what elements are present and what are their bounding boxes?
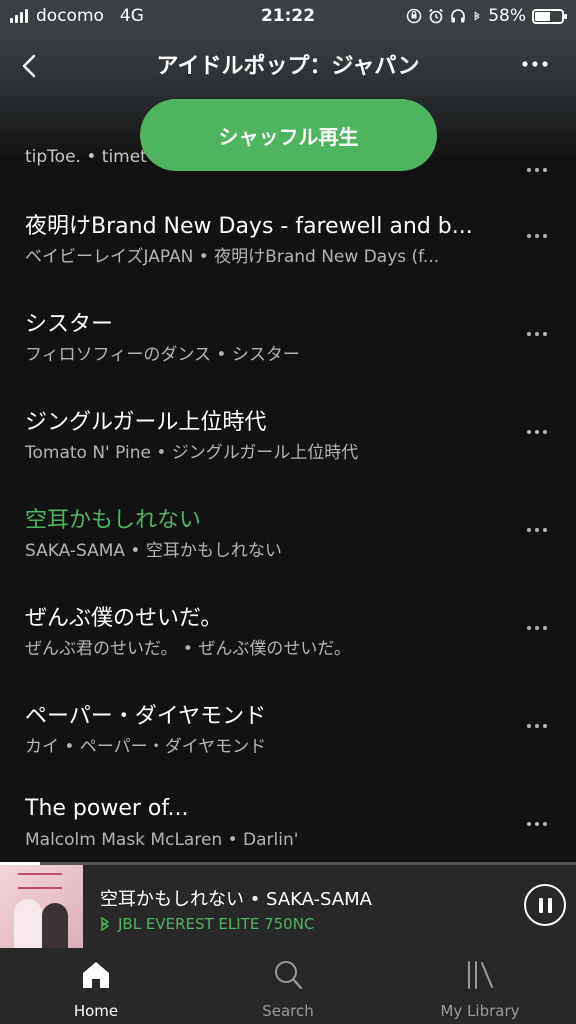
status-bar: docomo 4G 21:22 58%: [0, 0, 576, 34]
bluetooth-icon: [101, 917, 110, 931]
track-title: 空耳かもしれない: [25, 508, 202, 533]
status-right: 58%: [406, 6, 567, 26]
tab-home[interactable]: Home: [0, 948, 192, 1024]
orientation-lock-icon: [406, 8, 422, 24]
track-row[interactable]: ペーパー・ダイヤモンド カイ • ペーパー・ダイヤモンド: [0, 698, 576, 796]
track-title: ぜんぶ僕のせいだ。: [25, 606, 223, 631]
track-row-now-playing[interactable]: 空耳かもしれない SAKA-SAMA • 空耳かもしれない: [0, 502, 576, 600]
track-row[interactable]: ジングルガール上位時代 Tomato N' Pine • ジングルガール上位時代: [0, 404, 576, 502]
pause-icon: [538, 897, 543, 913]
track-more-icon[interactable]: [520, 616, 554, 640]
bluetooth-status-icon: [474, 11, 480, 21]
track-title: The power of...: [25, 796, 189, 821]
track-more-icon[interactable]: [520, 420, 554, 444]
track-more-icon[interactable]: [520, 812, 554, 836]
album-art-title-mark: [18, 873, 62, 889]
device-name: JBL EVEREST ELITE 750NC: [118, 915, 315, 933]
connected-device[interactable]: JBL EVEREST ELITE 750NC: [100, 915, 314, 933]
battery-percent: 58%: [488, 6, 526, 26]
track-subtitle: tipToe. • timet: [25, 147, 147, 167]
track-list: tipToe. • timet 夜明けBrand New Days - fare…: [0, 110, 576, 862]
tab-label: Search: [262, 1002, 314, 1020]
track-subtitle: フィロソフィーのダンス • シスター: [25, 345, 300, 365]
track-title: シスター: [25, 312, 114, 337]
home-icon: [83, 962, 109, 988]
track-subtitle: SAKA-SAMA • 空耳かもしれない: [25, 541, 282, 561]
track-more-icon[interactable]: [520, 158, 554, 182]
track-title: ジングルガール上位時代: [25, 410, 267, 435]
search-icon: [275, 961, 303, 990]
track-row[interactable]: ぜんぶ僕のせいだ。 ぜんぶ君のせいだ。 • ぜんぶ僕のせいだ。: [0, 600, 576, 698]
album-art[interactable]: [0, 865, 83, 948]
tab-label: My Library: [440, 1002, 520, 1020]
track-row[interactable]: The power of... Malcolm Mask McLaren • D…: [0, 796, 576, 862]
track-subtitle: ベイビーレイズJAPAN • 夜明けBrand New Days (f...: [25, 247, 440, 267]
track-subtitle: ぜんぶ君のせいだ。 • ぜんぶ僕のせいだ。: [25, 639, 351, 659]
album-art-figure: [42, 903, 68, 948]
track-title: ペーパー・ダイヤモンド: [25, 704, 267, 729]
track-row[interactable]: シスター フィロソフィーのダンス • シスター: [0, 306, 576, 404]
now-playing-bar[interactable]: 空耳かもしれない • SAKA-SAMA JBL EVEREST ELITE 7…: [0, 862, 576, 948]
track-subtitle: Malcolm Mask McLaren • Darlin': [25, 830, 299, 850]
tab-search[interactable]: Search: [192, 948, 384, 1024]
track-title: 夜明けBrand New Days - farewell and b...: [25, 214, 473, 239]
library-icon: [468, 961, 493, 989]
headphones-icon: [451, 9, 466, 23]
battery-fill: [535, 11, 551, 21]
track-row[interactable]: 夜明けBrand New Days - farewell and b... ベイ…: [0, 208, 576, 306]
tab-label: Home: [73, 1002, 119, 1020]
shuffle-play-button[interactable]: シャッフル再生: [140, 99, 437, 171]
now-playing-title: 空耳かもしれない • SAKA-SAMA: [100, 889, 372, 910]
alarm-icon: [429, 8, 444, 24]
track-more-icon[interactable]: [520, 518, 554, 542]
track-more-icon[interactable]: [520, 714, 554, 738]
track-more-icon[interactable]: [520, 322, 554, 346]
track-subtitle: カイ • ペーパー・ダイヤモンド: [25, 737, 267, 757]
page-title: アイドルポップ：ジャパン: [156, 54, 420, 79]
track-subtitle: Tomato N' Pine • ジングルガール上位時代: [25, 443, 359, 463]
album-art-figure: [14, 899, 42, 948]
track-more-icon[interactable]: [520, 224, 554, 248]
battery-icon: [532, 8, 567, 24]
pause-icon: [547, 897, 552, 913]
pause-button[interactable]: [524, 884, 566, 926]
more-options-icon[interactable]: [518, 52, 552, 76]
tab-bar: Home Search My Library: [0, 948, 576, 1024]
tab-my-library[interactable]: My Library: [384, 948, 576, 1024]
